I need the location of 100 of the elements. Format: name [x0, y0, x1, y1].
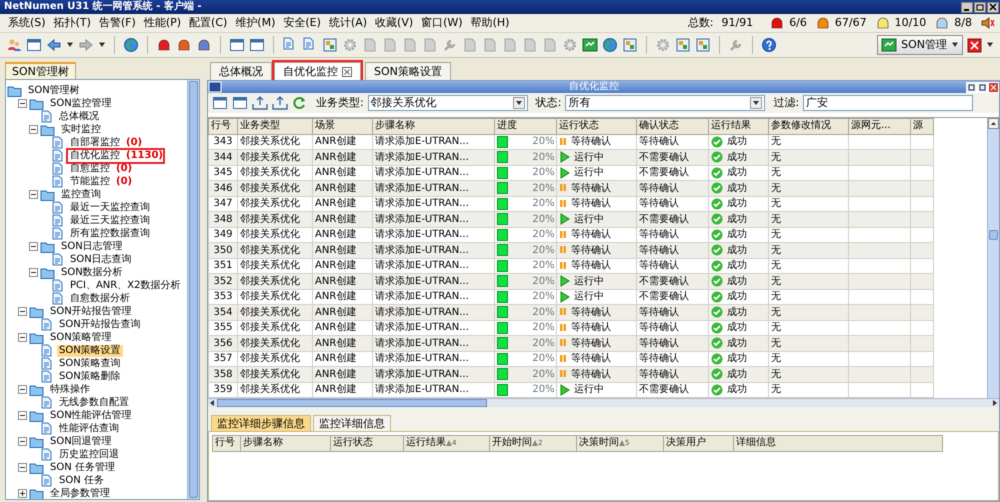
column-header[interactable]: 业务类型: [238, 118, 312, 134]
column-header[interactable]: 开始时间: [492, 437, 532, 448]
collapse-icon[interactable]: [29, 242, 38, 251]
tree-item[interactable]: SON管理树: [26, 84, 82, 96]
tree-item[interactable]: 总体概况: [57, 110, 101, 122]
menu-item[interactable]: 告警(F): [94, 16, 140, 30]
grid-icon[interactable]: [322, 37, 338, 53]
tree-item[interactable]: SON回退管理: [48, 436, 114, 448]
alarm-bell-icon[interactable]: [196, 37, 212, 53]
users-icon[interactable]: [6, 37, 22, 53]
collapse-icon[interactable]: [18, 385, 27, 394]
collapse-icon[interactable]: [18, 307, 27, 316]
tree-item[interactable]: 无线参数自配置: [57, 396, 131, 408]
menu-item[interactable]: 配置(C): [185, 16, 232, 30]
tree-item[interactable]: 自优化监控: [68, 150, 122, 162]
tree-item[interactable]: 自愈数据分析: [68, 292, 132, 304]
menu-item[interactable]: 系统(S): [4, 16, 50, 30]
menu-item[interactable]: 维护(M): [231, 16, 280, 30]
menu-item[interactable]: 收藏(V): [371, 16, 418, 30]
column-header[interactable]: 源网元...: [848, 118, 910, 134]
refresh-icon[interactable]: [292, 94, 308, 111]
column-header[interactable]: 场景: [312, 118, 372, 134]
tree-item[interactable]: 节能监控: [68, 176, 112, 188]
tree-item[interactable]: SON开站报告管理: [48, 306, 134, 318]
tree-item[interactable]: SON数据分析: [59, 266, 125, 278]
sidebar-tab[interactable]: SON管理树: [5, 62, 76, 79]
back-arrow-icon[interactable]: [46, 37, 62, 53]
globe-icon[interactable]: [602, 37, 618, 53]
menu-item[interactable]: 拓扑(T): [50, 16, 95, 30]
column-header[interactable]: 运行状态: [556, 118, 636, 134]
dropdown-caret-icon[interactable]: [986, 42, 994, 48]
tab[interactable]: 监控详细步骤信息: [211, 414, 311, 431]
vertical-scrollbar[interactable]: [987, 118, 999, 398]
tree-item[interactable]: 最近三天监控查询: [68, 214, 152, 226]
dropdown-caret-icon[interactable]: [98, 42, 106, 48]
column-header[interactable]: 决策时间: [579, 437, 619, 448]
expand-icon[interactable]: [18, 489, 27, 498]
tree-item[interactable]: SON性能评估管理: [48, 410, 134, 422]
chart-icon[interactable]: [582, 37, 598, 53]
grid-icon[interactable]: [622, 37, 638, 53]
menu-item[interactable]: 统计(A): [324, 16, 372, 30]
column-header[interactable]: 运行结果: [406, 437, 446, 448]
tree-item[interactable]: SON监控管理: [48, 98, 114, 110]
column-header[interactable]: 步骤名称: [372, 118, 494, 134]
close-icon[interactable]: [342, 66, 352, 76]
window-icon[interactable]: [26, 37, 42, 53]
scroll-up-icon[interactable]: [988, 118, 999, 129]
tree-item[interactable]: 实时监控: [59, 124, 103, 136]
column-header[interactable]: 进度: [494, 118, 556, 134]
tree-item[interactable]: 特殊操作: [48, 384, 92, 396]
tree-item[interactable]: 所有监控数据查询: [68, 228, 152, 240]
window-icon[interactable]: [229, 37, 245, 53]
minimize-button[interactable]: [961, 2, 973, 12]
tree-item[interactable]: 性能评估查询: [57, 422, 121, 434]
tree-item[interactable]: SON策略管理: [48, 332, 114, 344]
close-button[interactable]: [987, 2, 999, 12]
tree-item[interactable]: SON开站报告查询: [57, 318, 143, 330]
speaker-icon[interactable]: [980, 15, 996, 31]
perspective-button[interactable]: SON管理: [877, 35, 963, 55]
tree-item[interactable]: 自部署监控: [68, 136, 122, 148]
collapse-icon[interactable]: [18, 333, 27, 342]
tab[interactable]: 监控详细信息: [313, 414, 391, 431]
tree-item[interactable]: SON 任务管理: [48, 462, 117, 474]
menu-item[interactable]: 帮助(H): [466, 16, 514, 30]
menu-item[interactable]: 窗口(W): [417, 16, 467, 30]
collapse-icon[interactable]: [18, 437, 27, 446]
column-header[interactable]: 参数修改情况: [768, 118, 848, 134]
grid-icon[interactable]: [675, 37, 691, 53]
tree-item[interactable]: 监控查询: [59, 188, 103, 200]
collapse-icon[interactable]: [29, 125, 38, 134]
column-header[interactable]: 行号: [208, 118, 238, 134]
collapse-icon[interactable]: [29, 268, 38, 277]
horizontal-scrollbar[interactable]: [208, 398, 999, 407]
help-icon[interactable]: [761, 37, 777, 53]
tree-item[interactable]: 最近一天监控查询: [68, 202, 152, 214]
menu-item[interactable]: 性能(P): [140, 16, 186, 30]
export-icon[interactable]: [252, 94, 268, 111]
collapse-icon[interactable]: [18, 99, 27, 108]
tree-item[interactable]: SON策略删除: [57, 370, 123, 382]
menu-item[interactable]: 安全(E): [279, 16, 325, 30]
tree-item[interactable]: SON日志管理: [59, 240, 125, 252]
dropdown[interactable]: 邻接关系优化: [368, 94, 528, 111]
dropdown[interactable]: 所有: [565, 94, 766, 111]
tree-item[interactable]: PCI、ANR、X2数据分析: [68, 280, 182, 292]
scrollbar-thumb[interactable]: [217, 398, 487, 407]
grid-icon[interactable]: [695, 37, 711, 53]
collapse-icon[interactable]: [18, 411, 27, 420]
filter-field[interactable]: 广安: [803, 94, 974, 111]
maximize-button[interactable]: [977, 82, 988, 92]
import-icon[interactable]: [272, 94, 288, 111]
column-header[interactable]: 确认状态: [636, 118, 708, 134]
column-header[interactable]: 详细信息: [736, 437, 776, 448]
window-icon[interactable]: [232, 94, 248, 111]
tree-item[interactable]: 自愈监控: [68, 162, 112, 174]
tab[interactable]: 自优化监控: [274, 62, 361, 80]
dropdown-caret-icon[interactable]: [66, 42, 74, 48]
tree-item[interactable]: SON策略查询: [57, 358, 123, 370]
tab[interactable]: 总体概况: [210, 62, 272, 80]
column-header[interactable]: 源: [910, 118, 934, 134]
collapse-icon[interactable]: [29, 190, 38, 199]
